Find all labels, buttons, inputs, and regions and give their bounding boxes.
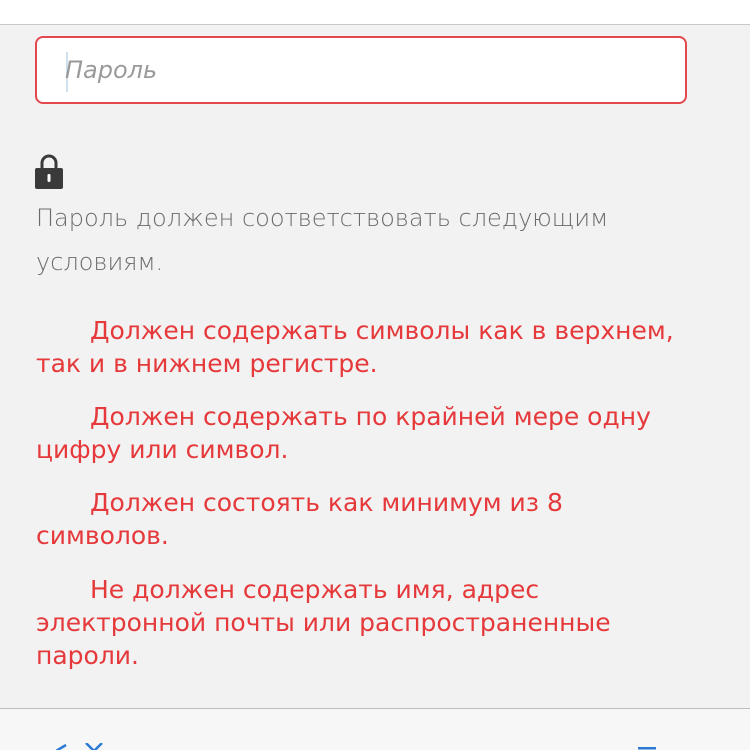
lock-icon	[35, 154, 63, 189]
requirements-intro: Пароль должен соответствовать следующим …	[36, 204, 609, 276]
requirement-rule-length: Должен состоять как минимум из 8 символо…	[36, 488, 563, 550]
bottom-toolbar	[0, 708, 750, 750]
password-input[interactable]	[65, 38, 665, 102]
requirement-rule-common: Не должен содержать имя, адрес электронн…	[36, 575, 611, 670]
password-field[interactable]	[35, 36, 687, 104]
password-requirements-screen: Пароль должен соответствовать следующим …	[0, 0, 750, 750]
requirement-rule-case: Должен содержать символы как в верхнем, …	[36, 316, 674, 378]
requirement-rule-digit: Должен содержать по крайней мере одну ци…	[36, 402, 651, 464]
menu-icon[interactable]	[638, 743, 656, 750]
close-icon[interactable]	[56, 743, 106, 750]
top-header-strip	[0, 0, 750, 25]
